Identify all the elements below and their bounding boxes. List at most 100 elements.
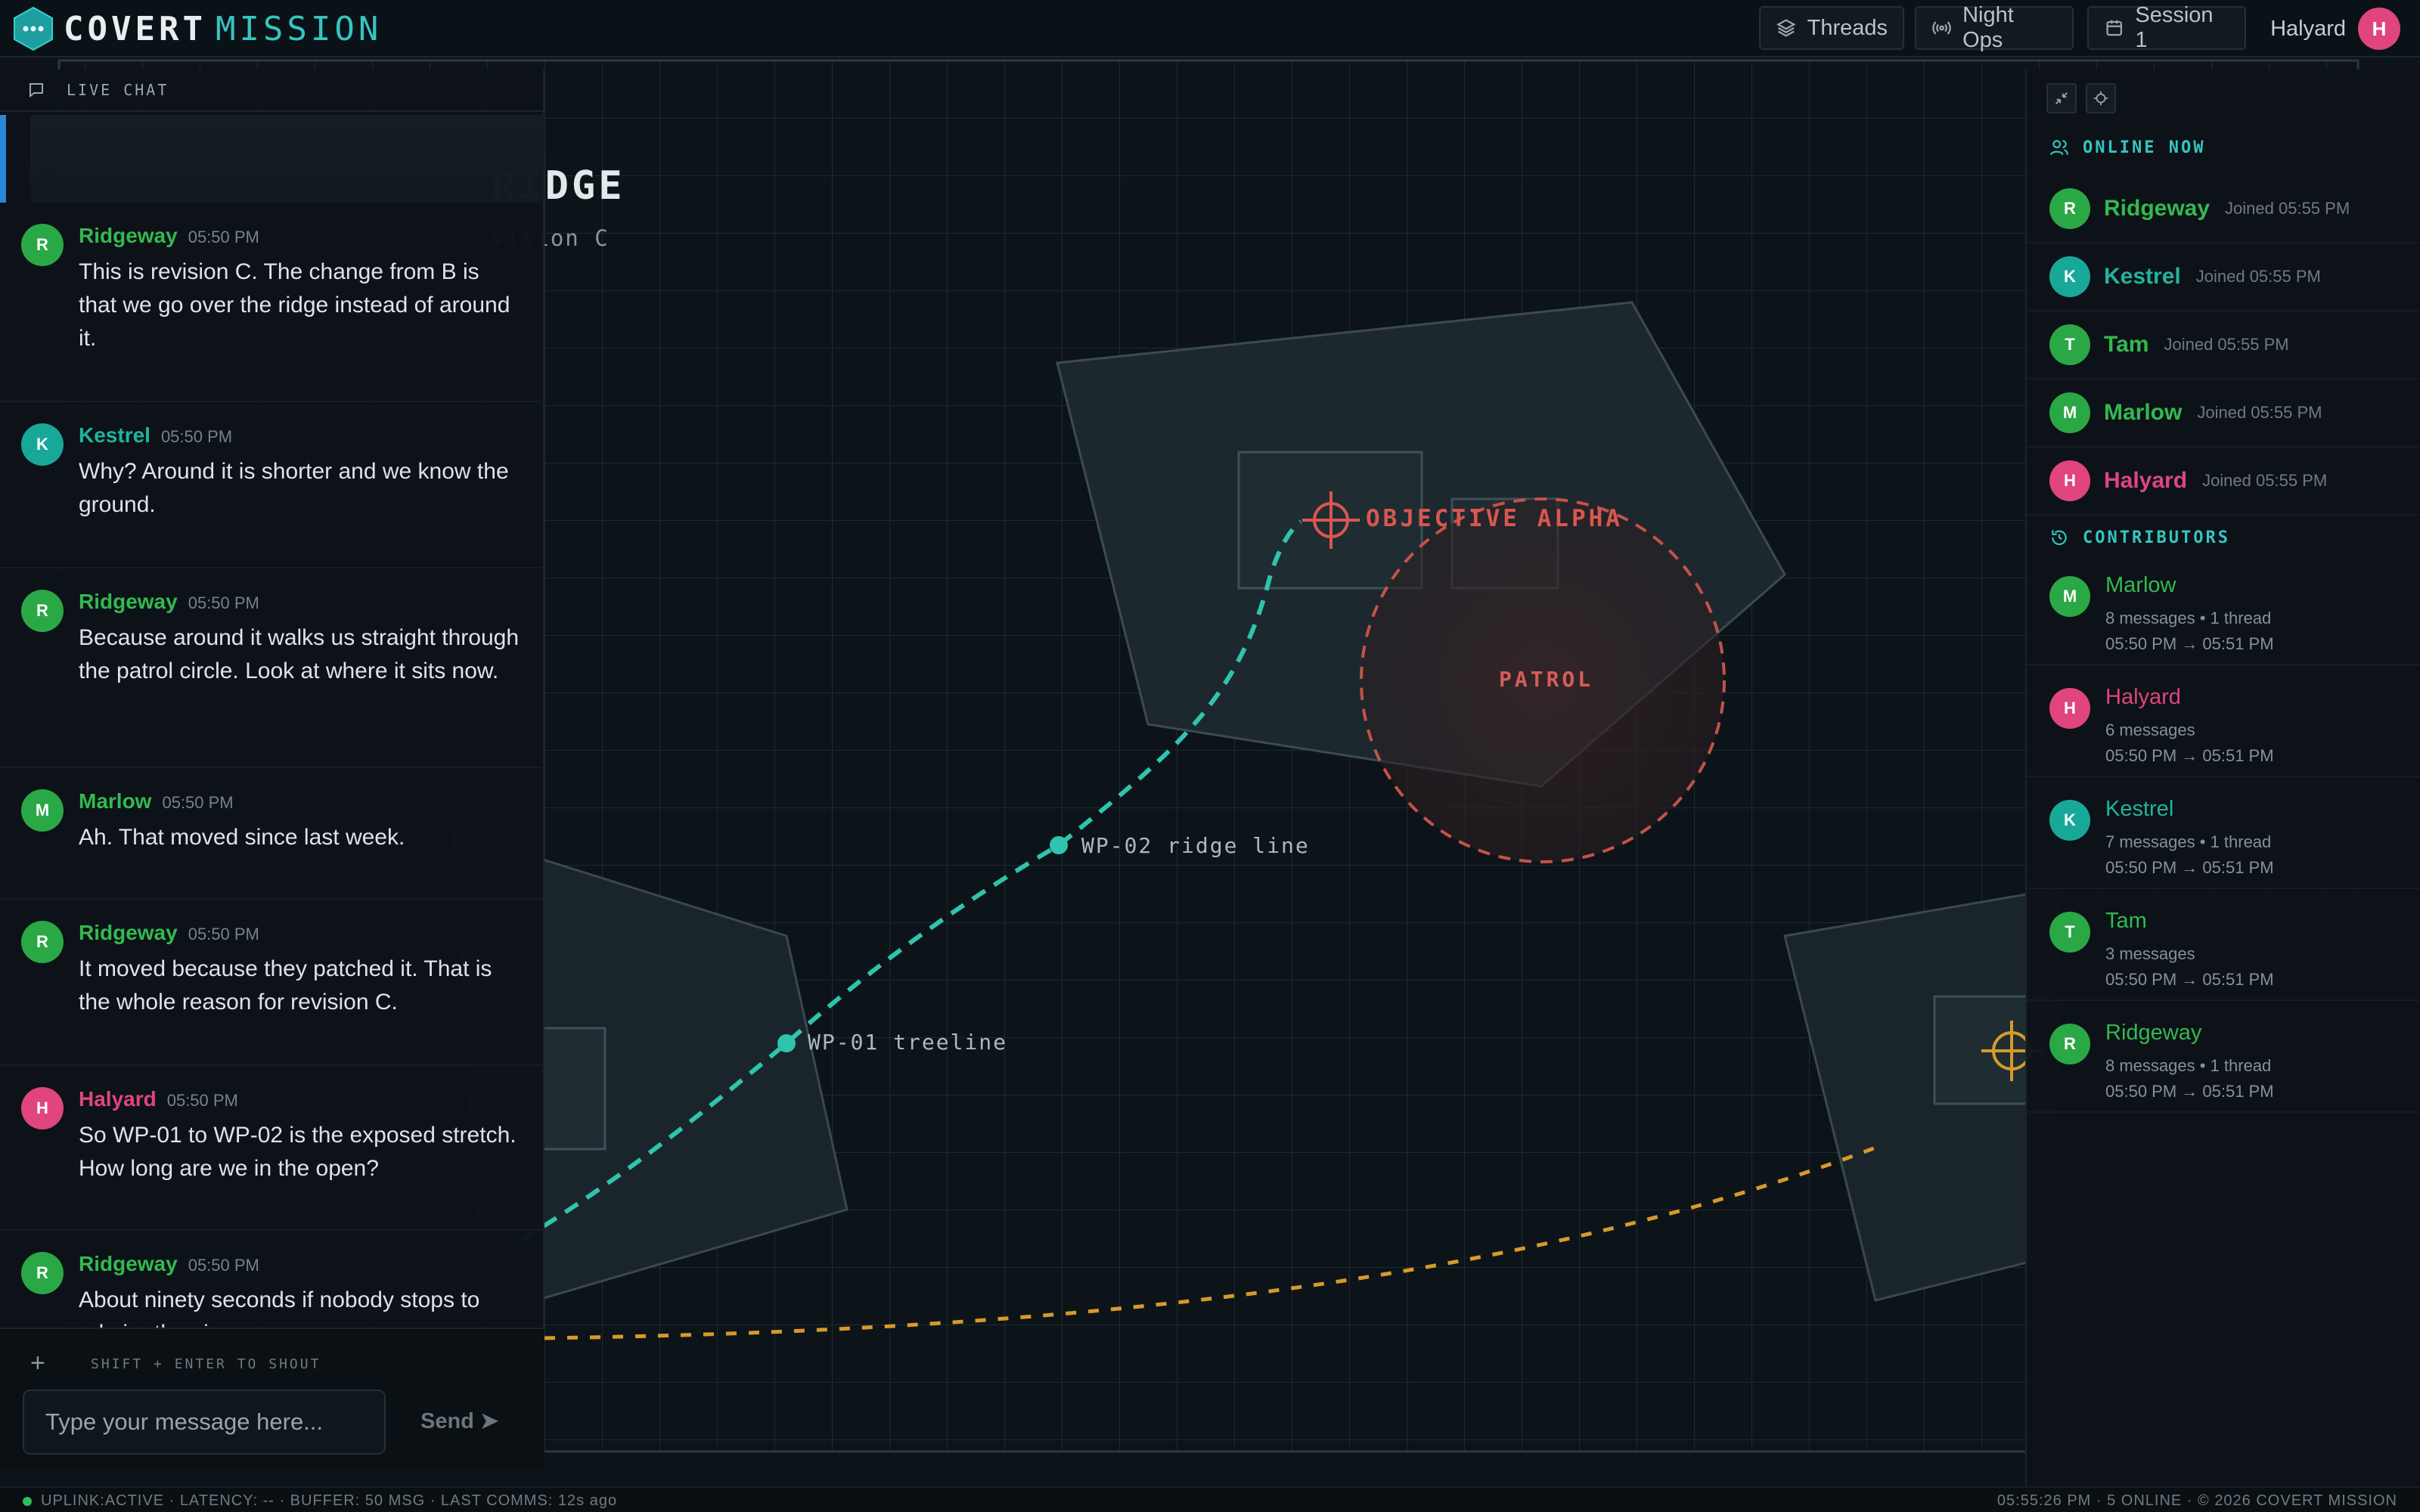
waypoint-marker[interactable] — [777, 1034, 796, 1052]
status-left-text: UPLINK:ACTIVE · LATENCY: -- · BUFFER: 50… — [41, 1492, 618, 1509]
avatar: H — [2049, 460, 2090, 501]
waypoint-label: WP-01 treeline — [808, 1030, 1008, 1055]
objective-label: OBJECTIVE ALPHA — [1366, 505, 1623, 532]
session-button[interactable]: Session 1 — [2087, 3, 2246, 52]
message-author[interactable]: Ridgeway — [79, 1252, 178, 1276]
chat-header: LIVE CHAT — [0, 70, 543, 112]
avatar: R — [2049, 1024, 2090, 1064]
status-bar: UPLINK:ACTIVE · LATENCY: -- · BUFFER: 50… — [0, 1486, 2420, 1512]
chat-panel: LIVE CHAT R Ridgeway 05:50 PM This is rev… — [0, 70, 544, 1470]
chat-message: R Ridgeway 05:50 PM It moved because they… — [0, 900, 544, 1066]
online-user-joined: Joined 05:55 PM — [2195, 267, 2321, 286]
top-bar: COVERT MISSION Threads Night Ops Session… — [0, 0, 2420, 57]
chat-message: R Ridgeway 05:50 PM This is revision C. T… — [0, 203, 544, 402]
contributor[interactable]: R Ridgeway 8 messages • 1 thread 05:50 P… — [2027, 1001, 2420, 1113]
message-time: 05:50 PM — [166, 1091, 238, 1110]
collapse-arrows-icon — [2055, 92, 2068, 104]
contributor-list: M Marlow 8 messages • 1 thread 05:50 PM … — [2027, 553, 2420, 1113]
logo-icon — [14, 6, 53, 51]
uplink-status-dot — [23, 1496, 32, 1506]
online-user-name: Tam — [2104, 332, 2149, 357]
message-text: Why? Around it is shorter and we know th… — [79, 459, 509, 517]
patrol-label: PATROL — [1499, 667, 1594, 692]
message-author[interactable]: Ridgeway — [79, 224, 178, 248]
online-user-joined: Joined 05:55 PM — [2197, 403, 2322, 422]
message-text: So WP-01 to WP-02 is the exposed stretch… — [79, 1123, 517, 1181]
avatar: T — [2049, 324, 2090, 365]
contributor-range: 05:50 PM → 05:51 PM — [2105, 970, 2274, 989]
message-author[interactable]: Ridgeway — [79, 590, 178, 614]
chat-scroll-fade — [30, 115, 544, 203]
online-user[interactable]: K Kestrel Joined 05:55 PM — [2027, 243, 2420, 311]
status-left: UPLINK:ACTIVE · LATENCY: -- · BUFFER: 50… — [23, 1492, 617, 1510]
contributor-name: Marlow — [2105, 573, 2176, 597]
waypoint-marker[interactable] — [1050, 836, 1068, 854]
history-icon — [2052, 530, 2067, 546]
presence-panel: ONLINE NOW R Ridgeway Joined 05:55 PM K … — [2025, 70, 2420, 1486]
contributors-title: CONTRIBUTORS — [2083, 528, 2230, 547]
avatar: R — [2049, 188, 2090, 229]
send-button[interactable]: Send ➤ — [420, 1408, 498, 1434]
chat-bubble-icon — [29, 83, 43, 98]
channel-button[interactable]: Night Ops — [1915, 3, 2074, 52]
composer-hint: SHIFT + ENTER TO SHOUT — [91, 1356, 321, 1372]
online-user[interactable]: H Halyard Joined 05:55 PM — [2027, 448, 2420, 516]
message-list[interactable]: R Ridgeway 05:50 PM This is revision C. T… — [0, 203, 544, 1397]
contributor[interactable]: T Tam 3 messages 05:50 PM → 05:51 PM — [2027, 889, 2420, 1001]
contributor-stats: 8 messages • 1 thread — [2105, 1056, 2272, 1075]
online-user-name: Halyard — [2104, 468, 2188, 493]
layers-icon — [1776, 19, 1796, 37]
status-right-text: 05:55:26 PM · 5 ONLINE · © 2026 COVERT M… — [1996, 1492, 2397, 1509]
avatar: H — [2049, 688, 2090, 729]
contributor[interactable]: H Halyard 6 messages 05:50 PM → 05:51 PM — [2027, 665, 2420, 777]
online-user[interactable]: M Marlow Joined 05:55 PM — [2027, 380, 2420, 448]
online-user-joined: Joined 05:55 PM — [2164, 335, 2289, 354]
threads-button[interactable]: Threads — [1759, 6, 1904, 50]
collapse-button[interactable] — [2046, 83, 2077, 113]
users-icon — [2050, 140, 2068, 156]
message-text: Ah. That moved since last week. — [79, 825, 405, 850]
message-time: 05:50 PM — [160, 427, 233, 446]
message-input[interactable] — [23, 1390, 386, 1455]
online-user[interactable]: R Ridgeway Joined 05:55 PM — [2027, 175, 2420, 243]
brand-secondary: MISSION — [215, 9, 383, 48]
message-author[interactable]: Ridgeway — [79, 921, 178, 945]
online-user[interactable]: T Tam Joined 05:55 PM — [2027, 311, 2420, 380]
avatar: T — [2049, 912, 2090, 953]
message-author[interactable]: Marlow — [79, 789, 151, 813]
locate-button[interactable] — [2086, 83, 2116, 113]
message-author[interactable]: Halyard — [79, 1087, 157, 1111]
user-avatar[interactable]: H — [2358, 8, 2400, 50]
brand-primary: COVERT — [64, 9, 206, 48]
message-time: 05:50 PM — [188, 925, 259, 943]
contributor-range: 05:50 PM → 05:51 PM — [2105, 858, 2274, 877]
avatar: R — [21, 590, 64, 632]
contributor-name: Halyard — [2105, 685, 2181, 709]
online-user-joined: Joined 05:55 PM — [2202, 471, 2328, 490]
avatar: H — [21, 1087, 64, 1129]
contributor-range: 05:50 PM → 05:51 PM — [2105, 746, 2274, 765]
message-composer: + SHIFT + ENTER TO SHOUT Send ➤ — [0, 1328, 544, 1470]
message-time: 05:50 PM — [188, 228, 259, 246]
calendar-icon — [2106, 20, 2122, 36]
avatar: R — [21, 921, 64, 963]
online-now-header: ONLINE NOW — [2049, 138, 2205, 157]
contributor[interactable]: M Marlow 8 messages • 1 thread 05:50 PM … — [2027, 553, 2420, 665]
contributor-stats: 7 messages • 1 thread — [2105, 832, 2272, 851]
message-author[interactable]: Kestrel — [79, 423, 150, 448]
contributor[interactable]: K Kestrel 7 messages • 1 thread 05:50 PM… — [2027, 777, 2420, 889]
message-time: 05:50 PM — [188, 593, 259, 612]
contributor-range: 05:50 PM → 05:51 PM — [2105, 634, 2274, 653]
contributor-stats: 6 messages — [2105, 720, 2195, 739]
waypoint-label: WP-02 ridge line — [1081, 833, 1310, 858]
avatar: K — [2049, 256, 2090, 297]
message-text: This is revision C. The change from B is… — [79, 259, 510, 351]
online-now-title: ONLINE NOW — [2083, 138, 2206, 157]
avatar: R — [21, 1252, 64, 1294]
message-time: 05:50 PM — [162, 793, 234, 812]
chat-title: LIVE CHAT — [67, 81, 169, 99]
attach-plus-icon[interactable]: + — [30, 1349, 45, 1378]
contributor-stats: 8 messages • 1 thread — [2105, 609, 2272, 627]
online-user-name: Ridgeway — [2104, 196, 2211, 221]
online-user-joined: Joined 05:55 PM — [2225, 199, 2350, 218]
